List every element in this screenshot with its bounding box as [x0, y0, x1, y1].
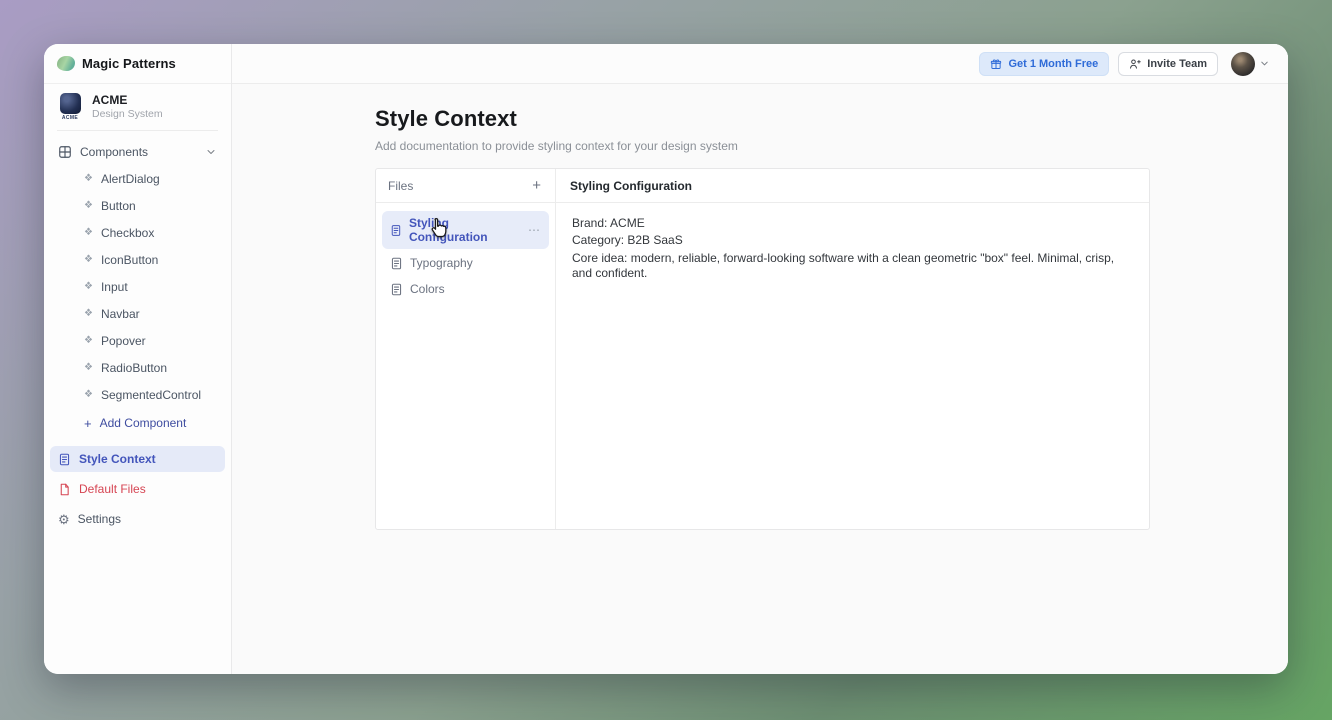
- app-logo[interactable]: Magic Patterns: [44, 44, 231, 84]
- avatar[interactable]: [1231, 52, 1255, 76]
- app-window: Magic Patterns ACME ACME Design System C…: [44, 44, 1288, 674]
- page-subtitle: Add documentation to provide styling con…: [375, 139, 1288, 153]
- component-icon: ❖: [84, 336, 93, 346]
- sidebar-component-item[interactable]: ❖ Button: [44, 192, 231, 219]
- files-header: Files +: [376, 169, 555, 203]
- settings-label: Settings: [78, 512, 121, 526]
- account-menu[interactable]: [1231, 52, 1270, 76]
- file-name: Styling Configuration: [409, 216, 521, 244]
- component-label: SegmentedControl: [101, 388, 201, 402]
- sidebar-item-style-context[interactable]: Style Context: [50, 446, 225, 472]
- person-plus-icon: [1129, 58, 1141, 70]
- component-label: Input: [101, 280, 128, 294]
- style-context-panel: Files + Styling Configuration ⋯: [375, 168, 1150, 530]
- invite-team-button[interactable]: Invite Team: [1118, 52, 1218, 76]
- acme-logo-icon: ACME: [57, 93, 83, 121]
- document-column: Styling Configuration Brand: ACME Catego…: [556, 169, 1149, 529]
- file-item[interactable]: Typography: [382, 251, 549, 275]
- sidebar-component-item[interactable]: ❖ Navbar: [44, 300, 231, 327]
- components-label: Components: [80, 145, 148, 159]
- component-icon: ❖: [84, 282, 93, 292]
- file-icon: [58, 483, 71, 496]
- sidebar: Magic Patterns ACME ACME Design System C…: [44, 44, 232, 674]
- component-label: Checkbox: [101, 226, 154, 240]
- gift-icon: [990, 58, 1002, 70]
- document-line: Category: B2B SaaS: [572, 233, 1133, 248]
- component-label: Popover: [101, 334, 146, 348]
- component-label: Button: [101, 199, 136, 213]
- sidebar-item-components[interactable]: Components: [44, 139, 231, 165]
- chevron-down-icon: [1259, 58, 1270, 69]
- magic-patterns-logo-icon: [57, 56, 75, 71]
- component-list: ❖ AlertDialog ❖ Button ❖ Checkbox ❖ Icon…: [44, 165, 231, 408]
- acme-logo-wordmark: ACME: [62, 115, 78, 121]
- file-menu-button[interactable]: ⋯: [528, 223, 541, 237]
- file-item[interactable]: Styling Configuration ⋯: [382, 211, 549, 249]
- sidebar-component-item[interactable]: ❖ IconButton: [44, 246, 231, 273]
- component-label: Navbar: [101, 307, 140, 321]
- sidebar-component-item[interactable]: ❖ Input: [44, 273, 231, 300]
- workspace-switcher[interactable]: ACME ACME Design System: [44, 84, 231, 128]
- page-content: Style Context Add documentation to provi…: [232, 84, 1288, 674]
- invite-team-label: Invite Team: [1147, 58, 1207, 70]
- component-icon: ❖: [84, 309, 93, 319]
- document-body: Brand: ACME Category: B2B SaaS Core idea…: [556, 203, 1149, 296]
- acme-cube-mark: [60, 93, 81, 114]
- sidebar-links: Style Context Default Files ⚙ Settings: [44, 446, 231, 532]
- main-area: Get 1 Month Free Invite Team Style Conte…: [232, 44, 1288, 674]
- files-panel-title: Files: [388, 179, 413, 193]
- sidebar-component-item[interactable]: ❖ Checkbox: [44, 219, 231, 246]
- add-component-button[interactable]: + Add Component: [44, 408, 231, 438]
- add-file-button[interactable]: +: [530, 176, 543, 195]
- components-grid-icon: [58, 145, 72, 159]
- get-month-free-label: Get 1 Month Free: [1008, 58, 1098, 70]
- component-label: AlertDialog: [101, 172, 160, 186]
- default-files-label: Default Files: [79, 482, 146, 496]
- sidebar-component-item[interactable]: ❖ AlertDialog: [44, 165, 231, 192]
- document-line: Core idea: modern, reliable, forward-loo…: [572, 251, 1133, 281]
- files-column: Files + Styling Configuration ⋯: [376, 169, 556, 529]
- sidebar-component-item[interactable]: ❖ RadioButton: [44, 354, 231, 381]
- page-title: Style Context: [375, 106, 1288, 132]
- document-title: Styling Configuration: [556, 169, 1149, 203]
- sidebar-component-item[interactable]: ❖ SegmentedControl: [44, 381, 231, 408]
- component-label: IconButton: [101, 253, 158, 267]
- get-month-free-button[interactable]: Get 1 Month Free: [979, 52, 1109, 76]
- workspace-name: ACME: [92, 93, 163, 108]
- file-icon: [390, 224, 402, 237]
- style-context-label: Style Context: [79, 452, 156, 466]
- sidebar-item-settings[interactable]: ⚙ Settings: [50, 506, 225, 532]
- chevron-down-icon: [205, 146, 217, 158]
- component-icon: ❖: [84, 201, 93, 211]
- file-item[interactable]: Colors: [382, 277, 549, 301]
- file-name: Typography: [410, 256, 473, 270]
- file-name: Colors: [410, 282, 445, 296]
- plus-icon: +: [84, 417, 92, 430]
- component-icon: ❖: [84, 228, 93, 238]
- sidebar-component-item[interactable]: ❖ Popover: [44, 327, 231, 354]
- app-logo-label: Magic Patterns: [82, 56, 176, 71]
- component-label: RadioButton: [101, 361, 167, 375]
- files-list: Styling Configuration ⋯ Typography: [376, 203, 555, 309]
- component-icon: ❖: [84, 255, 93, 265]
- document-line: Brand: ACME: [572, 216, 1133, 231]
- component-icon: ❖: [84, 174, 93, 184]
- component-icon: ❖: [84, 390, 93, 400]
- workspace-subtitle: Design System: [92, 108, 163, 121]
- topbar: Get 1 Month Free Invite Team: [232, 44, 1288, 84]
- gear-icon: ⚙: [58, 513, 70, 526]
- file-icon: [390, 283, 403, 296]
- add-component-label: Add Component: [100, 416, 187, 430]
- component-icon: ❖: [84, 363, 93, 373]
- divider: [57, 130, 218, 131]
- sidebar-item-default-files[interactable]: Default Files: [50, 476, 225, 502]
- file-icon: [390, 257, 403, 270]
- document-icon: [58, 453, 71, 466]
